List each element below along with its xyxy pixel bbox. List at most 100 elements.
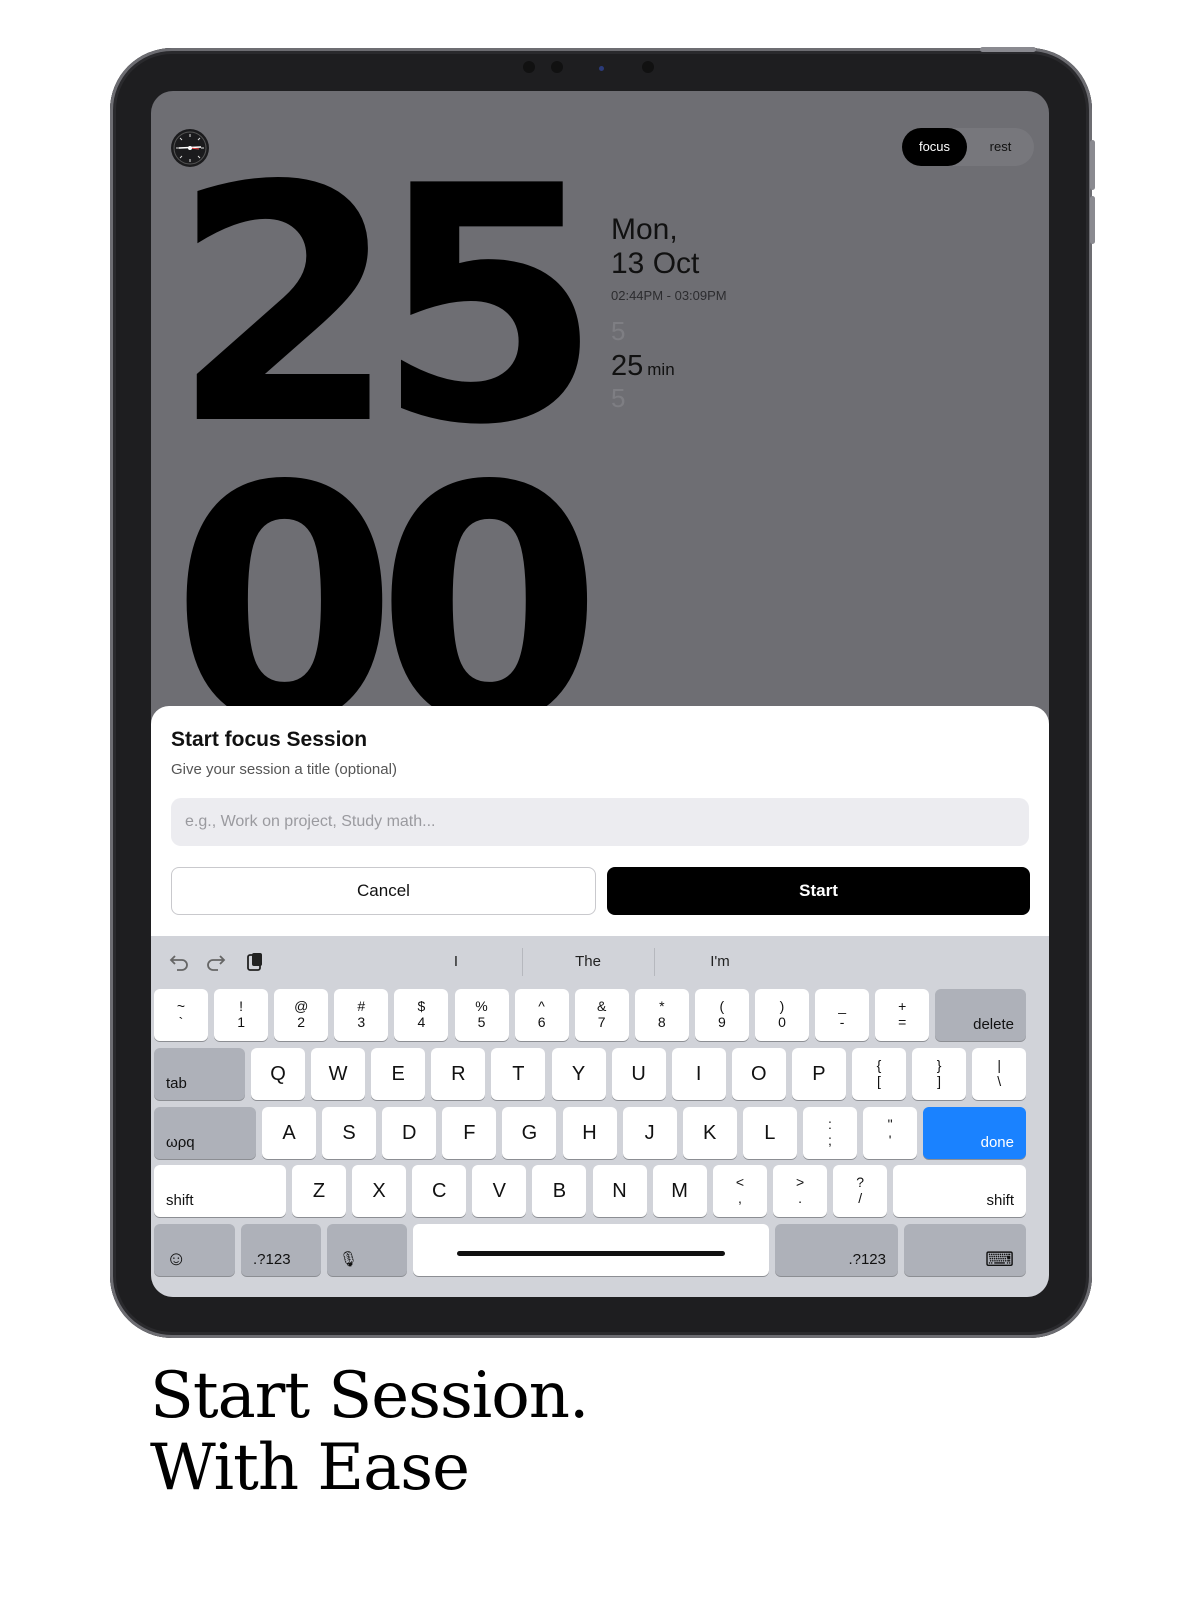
- key-h[interactable]: H: [562, 1107, 617, 1159]
- key-t[interactable]: T: [491, 1048, 546, 1100]
- key-l[interactable]: L: [742, 1107, 797, 1159]
- key-shift-label: ?: [856, 1174, 865, 1190]
- key-sym3-0[interactable]: :;: [803, 1107, 857, 1159]
- key-num-9[interactable]: (9: [694, 989, 749, 1041]
- key-v[interactable]: V: [472, 1165, 527, 1217]
- home-indicator: [457, 1251, 725, 1256]
- key-shift-label: (: [719, 998, 725, 1014]
- key-num-1[interactable]: ! 1: [214, 989, 269, 1041]
- numbers-left-key[interactable]: .?123: [241, 1224, 321, 1276]
- key-num-11[interactable]: _ -: [815, 989, 870, 1041]
- key-e[interactable]: E: [371, 1048, 426, 1100]
- key-k[interactable]: K: [682, 1107, 737, 1159]
- key-i[interactable]: I: [671, 1048, 726, 1100]
- key-b[interactable]: B: [532, 1165, 587, 1217]
- hide-keyboard-key[interactable]: ⌨: [904, 1224, 1026, 1276]
- start-button[interactable]: Start: [607, 867, 1030, 915]
- key-d[interactable]: D: [382, 1107, 437, 1159]
- key-label: =: [898, 1014, 907, 1030]
- key-labels: ) 0: [755, 989, 809, 1030]
- tab-key[interactable]: tab: [154, 1048, 245, 1100]
- key-num-2[interactable]: @2: [274, 989, 329, 1041]
- key-c[interactable]: C: [412, 1165, 467, 1217]
- key-num-7[interactable]: & 7: [574, 989, 629, 1041]
- shift-right-key[interactable]: shift: [893, 1165, 1026, 1217]
- key-o[interactable]: O: [731, 1048, 786, 1100]
- key-p[interactable]: P: [791, 1048, 846, 1100]
- key-j[interactable]: J: [622, 1107, 677, 1159]
- numbers-right-key[interactable]: .?123: [775, 1224, 898, 1276]
- key-label: .?123: [848, 1251, 886, 1268]
- caps-lock-key[interactable]: ωρq: [154, 1107, 256, 1159]
- key-sym3-1[interactable]: " ': [863, 1107, 918, 1159]
- key-u[interactable]: U: [611, 1048, 666, 1100]
- key-shift-label: +: [898, 998, 907, 1014]
- key-f[interactable]: F: [442, 1107, 497, 1159]
- key-num-6[interactable]: ^ 6: [514, 989, 569, 1041]
- delete-key[interactable]: delete: [935, 989, 1026, 1041]
- key-sym-1[interactable]: }]: [912, 1048, 967, 1100]
- key-num-12[interactable]: + =: [875, 989, 930, 1041]
- key-label: tab: [166, 1075, 187, 1092]
- key-label: done: [980, 1134, 1014, 1151]
- key-sym4-2[interactable]: ? /: [833, 1165, 888, 1217]
- done-key[interactable]: done: [923, 1107, 1026, 1159]
- key-z[interactable]: Z: [292, 1165, 346, 1217]
- mode-focus-button[interactable]: focus: [902, 128, 967, 166]
- key-sym-2[interactable]: | \: [972, 1048, 1027, 1100]
- key-s[interactable]: S: [322, 1107, 377, 1159]
- key-a[interactable]: A: [262, 1107, 316, 1159]
- emoji-key[interactable]: ☺: [154, 1224, 235, 1276]
- duration-current[interactable]: 25 min: [611, 350, 675, 383]
- duration-unit: min: [647, 360, 675, 379]
- key-q[interactable]: Q: [251, 1048, 305, 1100]
- undo-icon[interactable]: [166, 949, 192, 975]
- date-day: Mon,: [611, 213, 678, 246]
- suggestion-2[interactable]: The: [523, 936, 653, 988]
- key-labels: $4: [394, 989, 448, 1030]
- key-sym4-0[interactable]: <,: [713, 1165, 767, 1217]
- key-shift-label: ": [887, 1116, 893, 1132]
- space-key[interactable]: [413, 1224, 769, 1276]
- suggestion-3[interactable]: I'm: [655, 936, 785, 988]
- dictation-key[interactable]: 🎙: [327, 1224, 407, 1276]
- date-display: Mon, 13 Oct: [611, 213, 699, 281]
- shift-left-key[interactable]: shift: [154, 1165, 286, 1217]
- key-label: 1: [237, 1014, 245, 1030]
- key-m[interactable]: M: [652, 1165, 707, 1217]
- key-shift-label: #: [357, 998, 366, 1014]
- key-labels: :;: [803, 1107, 857, 1148]
- key-num-4[interactable]: $4: [394, 989, 449, 1041]
- key-labels: + =: [875, 989, 929, 1030]
- redo-icon[interactable]: [203, 949, 229, 975]
- key-w[interactable]: W: [311, 1048, 366, 1100]
- session-title-input[interactable]: [171, 798, 1029, 846]
- caption: Start Session. With Ease: [150, 1360, 589, 1504]
- paste-icon[interactable]: [242, 949, 268, 975]
- sheet-subtitle: Give your session a title (optional): [171, 761, 397, 778]
- suggestion-1[interactable]: I: [366, 936, 546, 988]
- key-label: T: [512, 1063, 525, 1085]
- key-x[interactable]: X: [352, 1165, 407, 1217]
- key-n[interactable]: N: [592, 1165, 647, 1217]
- key-labels: (9: [695, 989, 749, 1030]
- key-y[interactable]: Y: [551, 1048, 606, 1100]
- key-num-5[interactable]: % 5: [454, 989, 509, 1041]
- key-sym4-1[interactable]: >.: [773, 1165, 828, 1217]
- key-num-3[interactable]: #3: [334, 989, 389, 1041]
- key-num-10[interactable]: ) 0: [755, 989, 809, 1041]
- key-label: shift: [166, 1192, 194, 1209]
- sensor-dot: [551, 61, 563, 73]
- key-r[interactable]: R: [431, 1048, 486, 1100]
- key-shift-label: &: [597, 998, 607, 1014]
- key-shift-label: $: [417, 998, 426, 1014]
- cancel-button[interactable]: Cancel: [171, 867, 596, 915]
- key-num-0[interactable]: ~ `: [154, 989, 208, 1041]
- key-label: B: [552, 1180, 567, 1202]
- duration-prev-option[interactable]: 5: [611, 316, 625, 347]
- mode-rest-button[interactable]: rest: [967, 128, 1034, 166]
- key-sym-0[interactable]: {[: [852, 1048, 906, 1100]
- duration-next-option[interactable]: 5: [611, 383, 625, 414]
- key-num-8[interactable]: * 8: [634, 989, 689, 1041]
- key-g[interactable]: G: [502, 1107, 557, 1159]
